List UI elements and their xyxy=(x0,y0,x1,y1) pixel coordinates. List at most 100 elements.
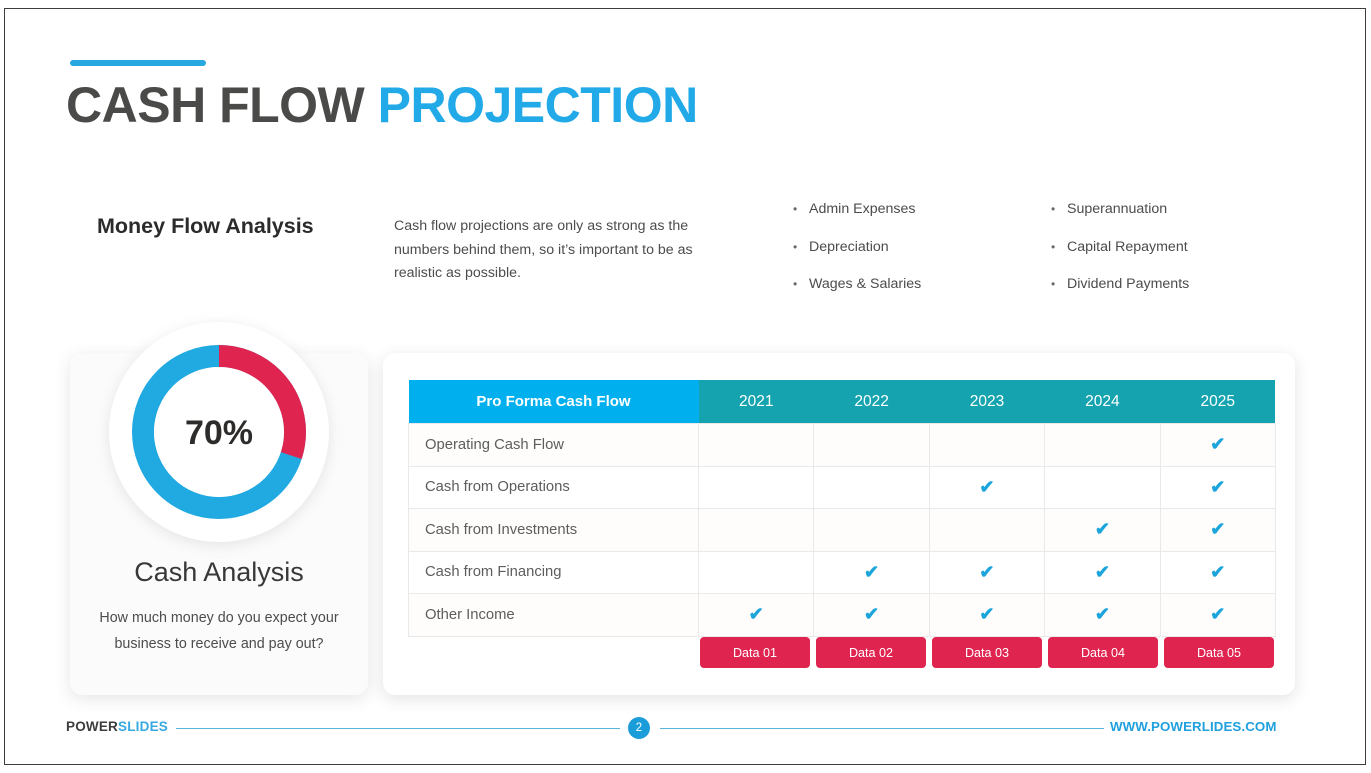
check-icon: ✔ xyxy=(1210,604,1226,625)
check-icon: ✔ xyxy=(1210,561,1226,582)
table-cell-2021[interactable]: ✔ xyxy=(697,593,815,637)
check-icon: ✔ xyxy=(979,604,995,625)
check-icon: ✔ xyxy=(1094,561,1110,582)
bullet-list-right: • Superannuation • Capital Repayment • D… xyxy=(1051,201,1189,314)
check-icon: ✔ xyxy=(864,561,880,582)
table-header-year-2024: 2024 xyxy=(1044,380,1161,424)
table-header-year-2022: 2022 xyxy=(813,380,930,424)
slide-canvas: CASH FLOW PROJECTION Money Flow Analysis… xyxy=(0,0,1371,773)
check-icon: ✔ xyxy=(748,604,764,625)
check-icon: ✔ xyxy=(1210,519,1226,540)
data-button-01[interactable]: Data 01 xyxy=(700,637,810,668)
table-header-year-2025: 2025 xyxy=(1160,380,1276,424)
footer-divider-right xyxy=(660,728,1104,729)
bullet-dot-icon: • xyxy=(1051,202,1056,216)
data-button-05[interactable]: Data 05 xyxy=(1164,637,1274,668)
donut-chart: 70% xyxy=(109,322,329,542)
data-buttons-row: Data 01 Data 02 Data 03 Data 04 Data 05 xyxy=(698,637,1276,668)
table-cell-2025[interactable]: ✔ xyxy=(1159,423,1276,467)
table-row-label: Cash from Financing xyxy=(408,550,699,594)
check-icon: ✔ xyxy=(1094,604,1110,625)
card-description: How much money do you expect your busine… xyxy=(99,610,339,652)
table-cell-2021[interactable] xyxy=(697,423,815,467)
table-cell-2023[interactable]: ✔ xyxy=(928,550,1046,594)
table-cell-2024[interactable]: ✔ xyxy=(1044,508,1161,552)
table-header-row: Pro Forma Cash Flow 2021 2022 2023 2024 … xyxy=(408,380,1276,424)
bullet-dot-icon: • xyxy=(793,239,798,254)
table-cell-2022[interactable]: ✔ xyxy=(813,593,930,637)
pro-forma-cash-flow-table: Pro Forma Cash Flow 2021 2022 2023 2024 … xyxy=(408,380,1276,637)
page-number-badge: 2 xyxy=(628,717,650,739)
table-row: Cash from Operations ✔ ✔ xyxy=(408,465,1276,509)
check-icon: ✔ xyxy=(1210,476,1226,497)
table-cell-2025[interactable]: ✔ xyxy=(1159,593,1276,637)
bullet-list-left: • Admin Expenses • Depreciation • Wages … xyxy=(793,201,921,314)
table-cell-2023[interactable] xyxy=(928,423,1046,467)
table-cell-2025[interactable]: ✔ xyxy=(1159,550,1276,594)
table-row: Cash from Financing ✔ ✔ ✔ ✔ xyxy=(408,550,1276,594)
table-row-label: Cash from Operations xyxy=(408,465,699,509)
table-cell-2024[interactable] xyxy=(1044,423,1161,467)
table-row-label: Other Income xyxy=(408,593,699,637)
data-button-02[interactable]: Data 02 xyxy=(816,637,926,668)
title-accent-bar xyxy=(70,60,206,66)
bullet-dot-icon: • xyxy=(793,202,798,216)
footer-divider-left xyxy=(176,728,620,729)
table-cell-2023[interactable]: ✔ xyxy=(928,593,1046,637)
check-icon: ✔ xyxy=(864,604,880,625)
list-item-label: Wages & Salaries xyxy=(809,276,922,292)
page-title-part2: PROJECTION xyxy=(377,77,699,133)
table-cell-2023[interactable]: ✔ xyxy=(928,465,1046,509)
list-item: • Wages & Salaries xyxy=(793,276,921,314)
table-row: Other Income ✔ ✔ ✔ ✔ ✔ xyxy=(408,593,1276,637)
list-item-label: Superannuation xyxy=(1067,201,1168,217)
table-cell-2022[interactable] xyxy=(813,465,930,509)
table-header-year-2023: 2023 xyxy=(929,380,1045,424)
list-item: • Depreciation xyxy=(793,239,921,277)
list-item: • Capital Repayment xyxy=(1051,239,1189,277)
footer-logo: POWERSLIDES xyxy=(66,719,168,734)
table-cell-2025[interactable]: ✔ xyxy=(1159,508,1276,552)
table-cell-2022[interactable] xyxy=(813,508,930,552)
table-cell-2023[interactable] xyxy=(928,508,1046,552)
data-button-03[interactable]: Data 03 xyxy=(932,637,1042,668)
list-item: • Dividend Payments xyxy=(1051,276,1189,314)
table-cell-2024[interactable]: ✔ xyxy=(1044,593,1161,637)
footer-logo-part2: SLIDES xyxy=(118,719,168,734)
table-header-year-2021: 2021 xyxy=(698,380,814,424)
table-cell-2021[interactable] xyxy=(697,508,815,552)
table-row-label: Operating Cash Flow xyxy=(408,423,699,467)
check-icon: ✔ xyxy=(1210,434,1226,455)
table-row-label: Cash from Investments xyxy=(408,508,699,552)
table-cell-2025[interactable]: ✔ xyxy=(1159,465,1276,509)
bullet-dot-icon: • xyxy=(793,277,798,291)
table-cell-2024[interactable] xyxy=(1044,465,1161,509)
footer-logo-part1: POWER xyxy=(66,719,119,734)
table-cell-2022[interactable]: ✔ xyxy=(813,550,930,594)
intro-paragraph: Cash flow projections are only as strong… xyxy=(394,218,693,281)
list-item-label: Admin Expenses xyxy=(809,201,916,217)
list-item: • Superannuation xyxy=(1051,201,1189,239)
table-cell-2022[interactable] xyxy=(813,423,930,467)
list-item-label: Capital Repayment xyxy=(1067,238,1188,255)
table-row: Cash from Investments ✔ ✔ xyxy=(408,508,1276,552)
table-cell-2024[interactable]: ✔ xyxy=(1044,550,1161,594)
table-header-label: Pro Forma Cash Flow xyxy=(408,380,699,424)
check-icon: ✔ xyxy=(979,476,995,497)
page-title-part1: CASH FLOW xyxy=(66,77,365,133)
page-title: CASH FLOW PROJECTION xyxy=(66,74,698,136)
check-icon: ✔ xyxy=(1094,519,1110,540)
donut-center-value: 70% xyxy=(184,414,254,452)
data-button-04[interactable]: Data 04 xyxy=(1048,637,1158,668)
check-icon: ✔ xyxy=(979,561,995,582)
bullet-dot-icon: • xyxy=(1051,277,1056,291)
table-row: Operating Cash Flow ✔ xyxy=(408,423,1276,467)
footer-url: WWW.POWERLIDES.COM xyxy=(1110,719,1277,734)
card-title: Cash Analysis xyxy=(134,557,304,587)
table-cell-2021[interactable] xyxy=(697,465,815,509)
list-item: • Admin Expenses xyxy=(793,201,921,239)
list-item-label: Depreciation xyxy=(809,238,889,255)
bullet-dot-icon: • xyxy=(1051,239,1056,254)
section-subheading: Money Flow Analysis xyxy=(97,214,314,238)
table-cell-2021[interactable] xyxy=(697,550,815,594)
